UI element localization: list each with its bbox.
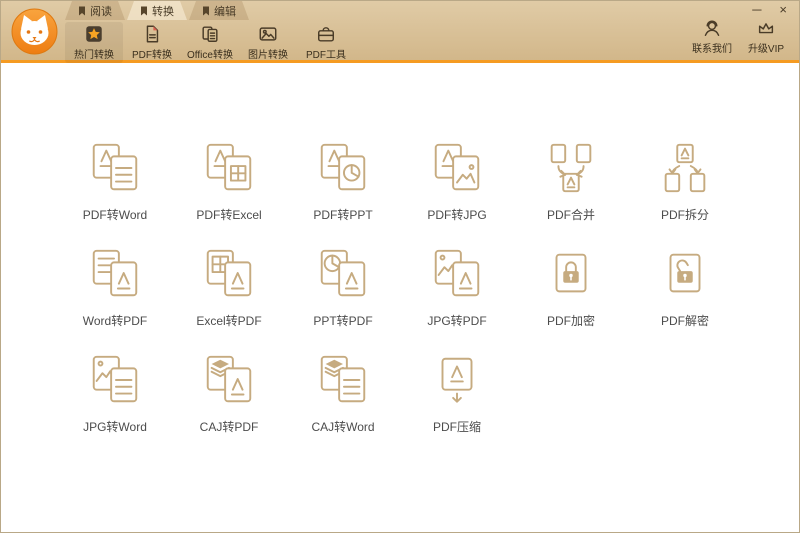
bookmark-icon (202, 6, 210, 16)
word-to-pdf-icon (92, 249, 138, 297)
toolbar-item-pdf-tools[interactable]: PDF工具 (297, 22, 355, 63)
right-actions: 联系我们 升级VIP (685, 16, 793, 57)
tab-label: 编辑 (214, 5, 236, 18)
tile-pdf-compress[interactable]: PDF压缩 (400, 351, 514, 435)
tile-pdf-to-excel[interactable]: PDF转Excel (172, 139, 286, 223)
tile-label: PDF拆分 (660, 208, 709, 222)
tile-jpg-to-word[interactable]: JPG转Word (58, 351, 172, 435)
tile-label: PDF压缩 (432, 420, 481, 434)
tile-word-to-pdf[interactable]: Word转PDF (58, 245, 172, 329)
conversion-grid: PDF转Word PDF转Excel PDF转PPT PDF转JPG PDF合并… (1, 63, 799, 435)
tab-read[interactable]: 阅读 (65, 1, 125, 20)
tile-label: CAJ转PDF (199, 420, 259, 434)
toolbar-item-label: PDF工具 (306, 50, 346, 61)
pdf-decrypt-icon (669, 253, 701, 293)
pdf-to-word-icon (92, 143, 138, 191)
tile-label: PDF合并 (546, 208, 595, 222)
app-window: 阅读 转换 编辑 热门转换 PDF转换 Office转换 图片转换 PDF工具 … (0, 0, 800, 533)
window-controls: ─ × (752, 3, 787, 16)
tile-label: CAJ转Word (311, 420, 375, 434)
tile-label: PDF解密 (660, 314, 709, 328)
image-convert-icon (259, 27, 277, 41)
upgrade-vip-label: 升级VIP (747, 44, 785, 55)
tile-pdf-to-word[interactable]: PDF转Word (58, 139, 172, 223)
pdf-convert-icon (146, 25, 159, 43)
tile-caj-to-word[interactable]: CAJ转Word (286, 351, 400, 435)
toolbar-item-pdf-convert[interactable]: PDF转换 (123, 22, 181, 63)
pdf-to-jpg-icon (434, 143, 480, 191)
topbar-right: ─ × 联系我们 升级VIP (685, 3, 793, 57)
topbar: 阅读 转换 编辑 热门转换 PDF转换 Office转换 图片转换 PDF工具 … (1, 1, 799, 63)
tile-label: PDF转JPG (427, 208, 487, 222)
tile-label: PDF转Word (82, 208, 148, 222)
tile-ppt-to-pdf[interactable]: PPT转PDF (286, 245, 400, 329)
headset-icon (704, 20, 720, 36)
contact-us-button[interactable]: 联系我们 (685, 16, 739, 57)
pdf-to-excel-icon (206, 143, 252, 191)
pdf-compress-icon (441, 357, 473, 403)
tab-label: 转换 (152, 5, 174, 18)
toolbar-item-office-convert[interactable]: Office转换 (181, 22, 239, 63)
bookmark-icon (140, 6, 148, 16)
tile-label: PDF转Excel (196, 208, 262, 222)
toolbar-item-label: Office转换 (187, 50, 233, 61)
toolbar-item-label: PDF转换 (132, 50, 172, 61)
bookmark-icon (78, 6, 86, 16)
tile-pdf-encrypt[interactable]: PDF加密 (514, 245, 628, 329)
tab-convert[interactable]: 转换 (127, 1, 187, 20)
tile-label: PDF加密 (546, 314, 595, 328)
tile-label: JPG转Word (83, 420, 147, 434)
tab-edit[interactable]: 编辑 (189, 1, 249, 20)
tile-label: Excel转PDF (196, 314, 262, 328)
tab-label: 阅读 (90, 5, 112, 18)
toolbar-item-image-convert[interactable]: 图片转换 (239, 22, 297, 63)
tile-caj-to-pdf[interactable]: CAJ转PDF (172, 351, 286, 435)
pdf-to-ppt-icon (320, 143, 366, 191)
tile-jpg-to-pdf[interactable]: JPG转PDF (400, 245, 514, 329)
jpg-to-word-icon (92, 355, 138, 403)
toolbox-icon (318, 27, 334, 42)
tile-pdf-merge[interactable]: PDF合并 (514, 139, 628, 223)
ppt-to-pdf-icon (320, 249, 366, 297)
close-button[interactable]: × (779, 3, 787, 16)
toolbar-item-hot-convert[interactable]: 热门转换 (65, 22, 123, 63)
toolbar-item-label: 热门转换 (74, 50, 114, 61)
tile-excel-to-pdf[interactable]: Excel转PDF (172, 245, 286, 329)
toolbar-item-label: 图片转换 (248, 50, 288, 61)
hot-star-icon (86, 26, 102, 42)
pdf-encrypt-icon (555, 253, 587, 293)
minimize-button[interactable]: ─ (752, 3, 761, 16)
tile-pdf-decrypt[interactable]: PDF解密 (628, 245, 742, 329)
caj-to-pdf-icon (206, 355, 252, 403)
tile-pdf-to-ppt[interactable]: PDF转PPT (286, 139, 400, 223)
upgrade-vip-button[interactable]: 升级VIP (739, 16, 793, 57)
contact-us-label: 联系我们 (692, 44, 732, 55)
tile-label: PDF转PPT (313, 208, 373, 222)
caj-to-word-icon (320, 355, 366, 403)
tile-label: JPG转PDF (427, 314, 487, 328)
cat-logo-icon (11, 8, 58, 55)
crown-icon (758, 23, 774, 34)
pdf-merge-icon (550, 143, 592, 193)
pdf-split-icon (664, 143, 706, 193)
app-logo[interactable] (11, 8, 58, 55)
office-convert-icon (202, 26, 218, 42)
tile-label: Word转PDF (82, 314, 148, 328)
tile-label: PPT转PDF (313, 314, 373, 328)
tile-pdf-split[interactable]: PDF拆分 (628, 139, 742, 223)
jpg-to-pdf-icon (434, 249, 480, 297)
tile-pdf-to-jpg[interactable]: PDF转JPG (400, 139, 514, 223)
excel-to-pdf-icon (206, 249, 252, 297)
